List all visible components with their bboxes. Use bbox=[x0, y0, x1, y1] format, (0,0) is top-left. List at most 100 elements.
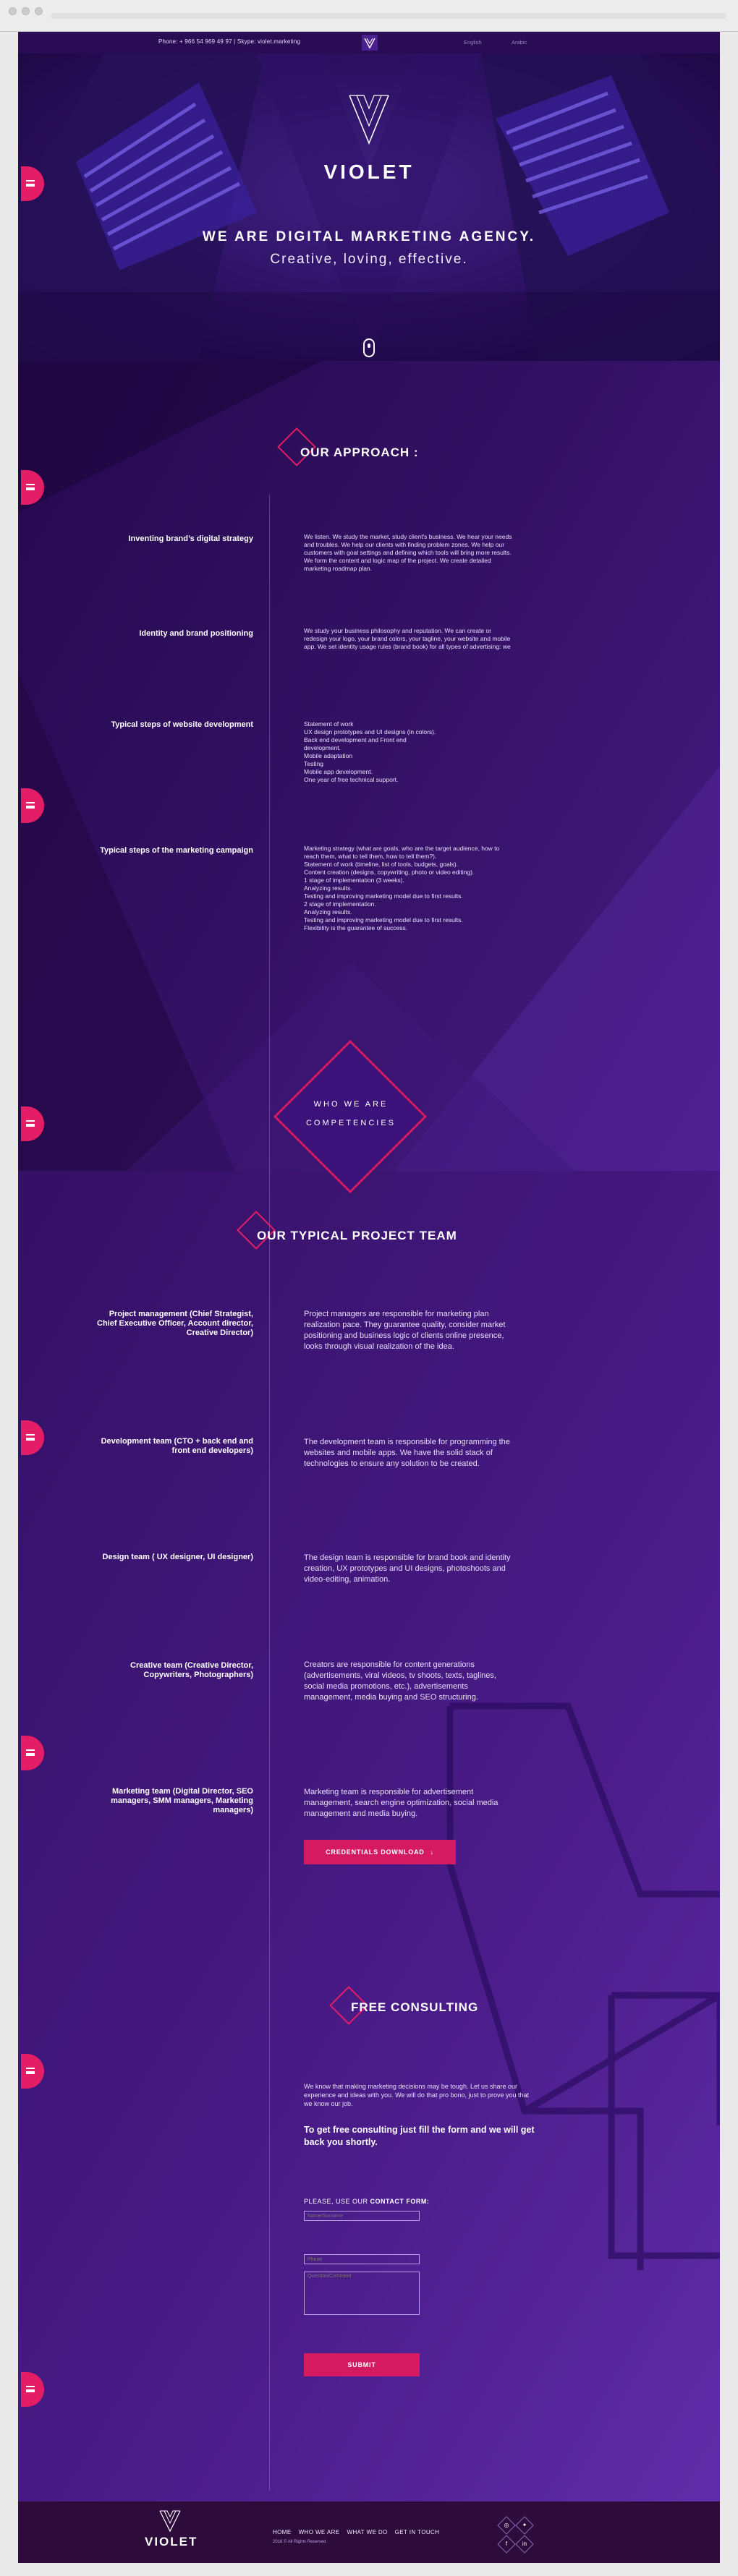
team-title: OUR TYPICAL PROJECT TEAM bbox=[257, 1229, 457, 1242]
list-item: Marketing strategy (what are goals, who … bbox=[304, 845, 500, 852]
footer-link-home[interactable]: HOME bbox=[273, 2529, 292, 2536]
team-text-design: The design team is responsible for brand… bbox=[304, 1553, 511, 1584]
hero-subtitle: Creative, loving, effective. bbox=[270, 252, 468, 267]
list-item: Mobile app development. bbox=[304, 768, 373, 775]
list-item: Analyzing results. bbox=[304, 884, 352, 892]
background-shards bbox=[18, 361, 720, 2502]
minimize-window-dot[interactable] bbox=[22, 7, 30, 15]
footer-link-get-in-touch[interactable]: GET IN TOUCH bbox=[395, 2529, 440, 2536]
list-item: Flexibility is the guarantee of success. bbox=[304, 924, 408, 931]
hero-brand-name: VIOLET bbox=[323, 161, 415, 183]
facebook-icon: f bbox=[505, 2541, 508, 2547]
copyright-text: 2016 © All Rights Reserved bbox=[273, 2540, 326, 2544]
footer: VIOLET HOME WHO WE ARE WHAT WE DO GET IN… bbox=[18, 2502, 720, 2563]
team-text-marketing: Marketing team is responsible for advert… bbox=[304, 1788, 499, 1818]
list-item: Statement of work bbox=[304, 720, 354, 728]
who-we-are-line: WHO WE ARE bbox=[313, 1100, 389, 1109]
page: Phone: + 966 54 969 49 97 | Skype: viole… bbox=[18, 32, 720, 2563]
violet-mini-logo-icon[interactable] bbox=[362, 35, 378, 51]
list-item: One year of free technical support. bbox=[304, 776, 399, 783]
credentials-download-label: CREDENTIALS DOWNLOAD bbox=[326, 1848, 425, 1856]
close-window-dot[interactable] bbox=[9, 7, 17, 15]
footer-brand: VIOLET bbox=[145, 2535, 198, 2549]
hero-logo bbox=[18, 91, 720, 151]
approach-text-identity: We study your business philosophy and re… bbox=[304, 627, 511, 650]
approach-label-strategy: Inventing brand’s digital strategy bbox=[128, 534, 253, 543]
list-item: Testing and improving marketing model du… bbox=[304, 916, 463, 924]
contact-info: Phone: + 966 54 969 49 97 | Skype: viole… bbox=[158, 38, 301, 45]
list-item: Mobile adaptation bbox=[304, 752, 353, 759]
language-arabic-link[interactable]: Arabic bbox=[512, 39, 527, 46]
list-item: Statement of work (timeline, list of too… bbox=[304, 861, 459, 868]
team-label-creative: Creative team (Creative Director, Copywr… bbox=[130, 1661, 253, 1679]
consulting-intro: We know that making marketing decisions … bbox=[304, 2083, 530, 2107]
menu-icon bbox=[26, 2386, 35, 2392]
credentials-download-button[interactable]: CREDENTIALS DOWNLOAD ↓ bbox=[304, 1840, 456, 1864]
scroll-mouse-icon[interactable] bbox=[363, 338, 375, 357]
window-controls bbox=[9, 7, 43, 15]
consulting-headline: To get free consulting just fill the for… bbox=[304, 2125, 535, 2147]
team-label-marketing: Marketing team (Digital Director, SEO ma… bbox=[111, 1787, 253, 1814]
list-item: development. bbox=[304, 744, 342, 751]
approach-list-campaign: Marketing strategy (what are goals, who … bbox=[304, 845, 528, 932]
approach-list-website: Statement of work UX design prototypes a… bbox=[304, 720, 514, 784]
team-label-design: Design team ( UX designer, UI designer) bbox=[102, 1553, 253, 1561]
list-item: Testing bbox=[304, 760, 323, 767]
team-label-development: Development team (CTO + back end and fro… bbox=[101, 1437, 253, 1455]
list-item: reach them, what to tell them, how to te… bbox=[304, 853, 437, 860]
team-label-project-management: Project management (Chief Strategist, Ch… bbox=[97, 1310, 253, 1337]
team-text-project-management: Project managers are responsible for mar… bbox=[304, 1310, 506, 1351]
team-text-creative: Creators are responsible for content gen… bbox=[304, 1660, 496, 1702]
content-divider-line bbox=[269, 495, 270, 2491]
menu-icon bbox=[26, 802, 35, 809]
list-item: Content creation (designs, copywriting, … bbox=[304, 869, 475, 876]
instagram-button[interactable]: ◎ bbox=[497, 2516, 516, 2535]
hero-section: VIOLET WE ARE DIGITAL MARKETING AGENCY. … bbox=[18, 54, 720, 361]
list-item: Back end development and Front end bbox=[304, 736, 407, 743]
phone-field[interactable] bbox=[304, 2254, 420, 2264]
who-we-are-label[interactable]: WHO WE ARE COMPETENCIES bbox=[294, 1095, 407, 1133]
contact-form-label-prefix: PLEASE, USE OUR bbox=[304, 2198, 370, 2205]
violet-logo-icon bbox=[349, 95, 389, 145]
facebook-button[interactable]: f bbox=[497, 2535, 516, 2554]
footer-link-what-we-do[interactable]: WHAT WE DO bbox=[347, 2529, 388, 2536]
menu-icon bbox=[26, 2068, 35, 2074]
approach-text-strategy: We listen. We study the market, study cl… bbox=[304, 533, 512, 572]
team-text-development: The development team is responsible for … bbox=[304, 1438, 510, 1468]
top-navigation-bar: Phone: + 966 54 969 49 97 | Skype: viole… bbox=[18, 32, 720, 54]
footer-navigation: HOME WHO WE ARE WHAT WE DO GET IN TOUCH bbox=[273, 2529, 439, 2536]
address-bar[interactable] bbox=[51, 13, 726, 19]
question-field[interactable] bbox=[304, 2272, 420, 2315]
footer-link-who-we-are[interactable]: WHO WE ARE bbox=[299, 2529, 340, 2536]
linkedin-icon: in bbox=[522, 2541, 527, 2547]
zoom-window-dot[interactable] bbox=[35, 7, 43, 15]
footer-logo-icon[interactable] bbox=[158, 2509, 182, 2533]
list-item: Analyzing results. bbox=[304, 908, 352, 916]
menu-icon bbox=[26, 484, 35, 490]
menu-icon bbox=[26, 1749, 35, 1756]
list-item: Testing and improving marketing model du… bbox=[304, 892, 463, 900]
name-field[interactable] bbox=[304, 2211, 420, 2221]
hero-title: WE ARE DIGITAL MARKETING AGENCY. bbox=[202, 229, 536, 244]
linkedin-button[interactable]: in bbox=[515, 2535, 534, 2554]
list-item: 1 stage of implementation (3 weeks). bbox=[304, 877, 404, 884]
list-item: 2 stage of implementation. bbox=[304, 900, 376, 908]
contact-form-label: PLEASE, USE OUR CONTACT FORM: bbox=[304, 2198, 429, 2205]
approach-label-website: Typical steps of website development bbox=[111, 720, 253, 729]
instagram-icon: ◎ bbox=[504, 2522, 509, 2528]
twitter-icon: ✦ bbox=[522, 2522, 527, 2528]
menu-icon bbox=[26, 1120, 35, 1127]
submit-button[interactable]: SUBMIT bbox=[304, 2353, 420, 2376]
menu-icon bbox=[26, 1434, 35, 1441]
consulting-title: FREE CONSULTING bbox=[351, 2000, 479, 2014]
contact-form-label-bold: CONTACT FORM: bbox=[370, 2198, 430, 2205]
approach-label-campaign: Typical steps of the marketing campaign bbox=[100, 846, 253, 855]
twitter-button[interactable]: ✦ bbox=[515, 2516, 534, 2535]
approach-title: OUR APPROACH : bbox=[300, 445, 419, 459]
browser-chrome bbox=[0, 0, 738, 32]
competencies-line: COMPETENCIES bbox=[305, 1119, 396, 1127]
approach-label-identity: Identity and brand positioning bbox=[139, 629, 253, 638]
arrow-down-icon: ↓ bbox=[430, 1848, 434, 1856]
list-item: UX design prototypes and UI designs (in … bbox=[304, 728, 436, 735]
language-english-link[interactable]: English bbox=[464, 39, 482, 46]
